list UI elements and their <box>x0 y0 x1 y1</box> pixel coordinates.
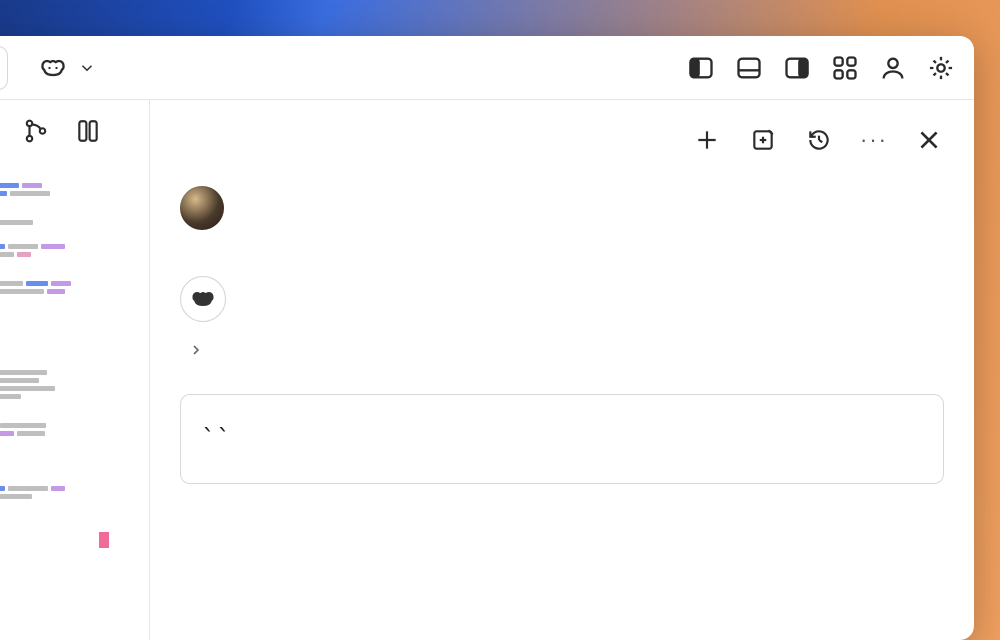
references-toggle[interactable] <box>180 342 944 358</box>
panel-left-icon[interactable] <box>686 53 716 83</box>
chevron-right-icon <box>188 342 204 358</box>
minimap-cursor <box>99 532 109 548</box>
grid-icon[interactable] <box>830 53 860 83</box>
gear-icon[interactable] <box>926 53 956 83</box>
panel-bottom-icon[interactable] <box>734 53 764 83</box>
more-icon[interactable]: ··· <box>860 127 888 153</box>
plus-icon[interactable] <box>692 125 722 155</box>
chat-panel: ··· <box>150 100 974 640</box>
chevron-down-icon[interactable] <box>78 53 96 83</box>
left-gutter <box>0 100 150 640</box>
user-message <box>180 186 944 230</box>
close-icon[interactable] <box>914 125 944 155</box>
assistant-code-block: `` <box>180 394 944 484</box>
editor-window: ··· <box>0 36 974 640</box>
titlebar <box>0 36 974 100</box>
titlebar-search-pill[interactable] <box>0 46 8 90</box>
user-avatar <box>180 186 224 230</box>
copilot-avatar <box>180 276 226 322</box>
panel-right-icon[interactable] <box>782 53 812 83</box>
split-editor-icon[interactable] <box>73 116 103 146</box>
code-text: `` <box>201 424 231 453</box>
person-icon[interactable] <box>878 53 908 83</box>
history-icon[interactable] <box>804 125 834 155</box>
source-control-icon[interactable] <box>21 116 51 146</box>
editor-minimap[interactable] <box>0 162 149 640</box>
new-chat-icon[interactable] <box>748 125 778 155</box>
assistant-message: `` <box>180 276 944 484</box>
copilot-icon[interactable] <box>38 53 68 83</box>
